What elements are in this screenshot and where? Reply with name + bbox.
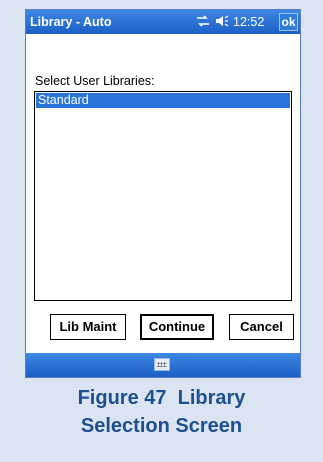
list-item-standard[interactable]: Standard	[36, 93, 290, 108]
figure-caption: Figure 47 Library Selection Screen	[0, 384, 323, 440]
keyboard-icon[interactable]	[154, 358, 170, 371]
ok-button[interactable]: ok	[279, 13, 298, 31]
title-bar: Library - Auto 12:52 ok	[26, 10, 300, 34]
speaker-icon[interactable]	[214, 13, 230, 32]
continue-button[interactable]: Continue	[140, 314, 214, 340]
device-screen: Library - Auto 12:52 ok Select User Libr…	[25, 9, 301, 378]
lib-maint-button[interactable]: Lib Maint	[50, 314, 126, 340]
connectivity-icon[interactable]	[195, 13, 211, 32]
input-panel-bar	[26, 353, 300, 377]
libraries-list[interactable]: Standard	[34, 91, 292, 301]
caption-line-1: Figure 47 Library	[77, 387, 246, 409]
window-title: Library - Auto	[30, 15, 112, 29]
select-libraries-label: Select User Libraries:	[35, 74, 155, 88]
clock-time[interactable]: 12:52	[233, 15, 264, 29]
cancel-button[interactable]: Cancel	[229, 314, 294, 340]
caption-line-2: Selection Screen	[80, 415, 243, 437]
